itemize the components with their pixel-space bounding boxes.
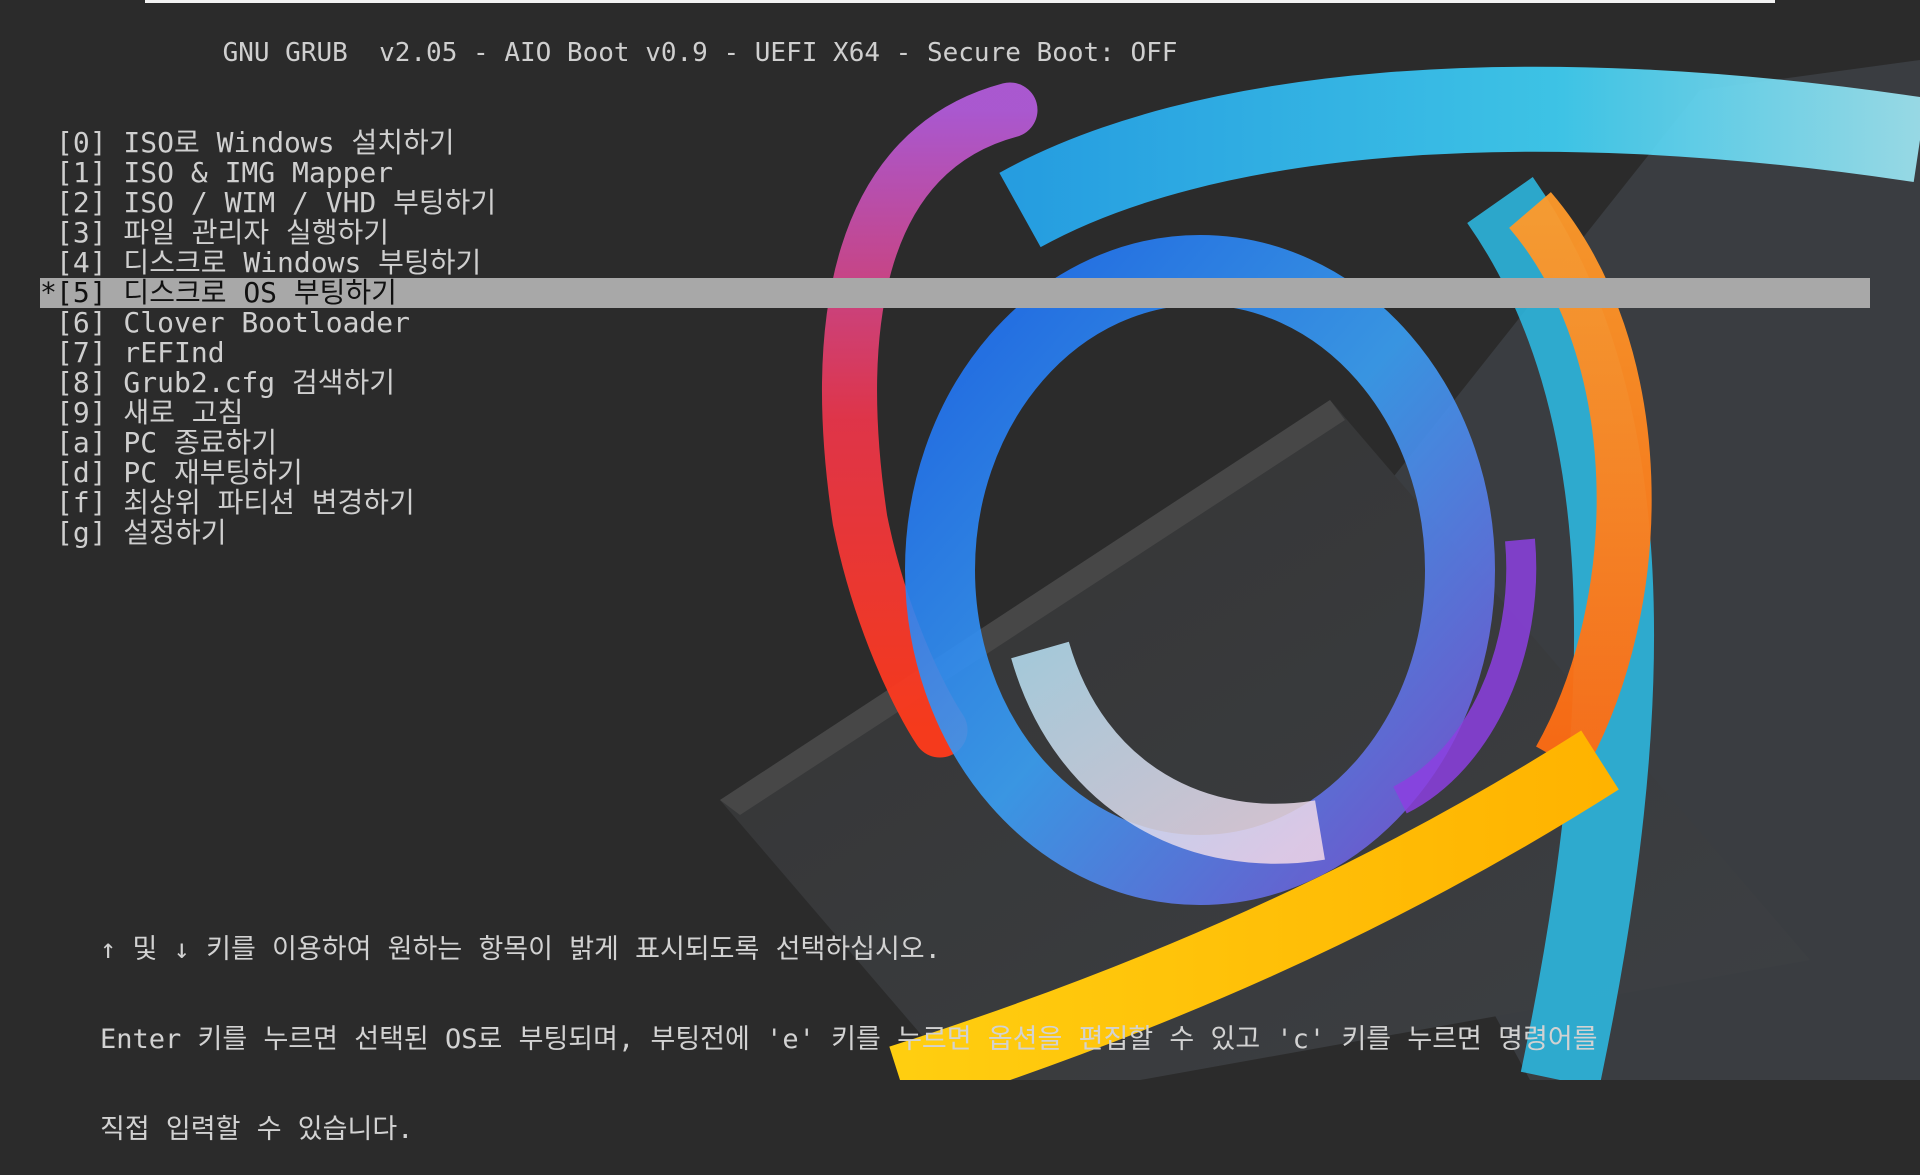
menu-item-label: [f] 최상위 파티션 변경하기 bbox=[56, 486, 415, 519]
menu-item-a[interactable]: [a] PC 종료하기 bbox=[40, 428, 1870, 458]
menu-item-label: [0] ISO로 Windows 설치하기 bbox=[56, 126, 455, 159]
menu-item-label: [4] 디스크로 Windows 부팅하기 bbox=[56, 246, 482, 279]
boot-menu: [0] ISO로 Windows 설치하기 [1] ISO & IMG Mapp… bbox=[40, 128, 1870, 548]
menu-item-label: [8] Grub2.cfg 검색하기 bbox=[56, 366, 396, 399]
menu-item-label: [5] 디스크로 OS 부팅하기 bbox=[56, 276, 397, 309]
selection-marker: * bbox=[40, 276, 57, 309]
menu-item-label: [3] 파일 관리자 실행하기 bbox=[56, 216, 389, 249]
menu-item-g[interactable]: [g] 설정하기 bbox=[40, 518, 1870, 548]
menu-item-2[interactable]: [2] ISO / WIM / VHD 부팅하기 bbox=[40, 188, 1870, 218]
menu-item-1[interactable]: [1] ISO & IMG Mapper bbox=[40, 158, 1870, 188]
help-line-2: Enter 키를 누르면 선택된 OS로 부팅되며, 부팅전에 'e' 키를 누… bbox=[100, 1024, 1598, 1055]
menu-item-f[interactable]: [f] 최상위 파티션 변경하기 bbox=[40, 488, 1870, 518]
menu-item-7[interactable]: [7] rEFInd bbox=[40, 338, 1870, 368]
menu-item-3[interactable]: [3] 파일 관리자 실행하기 bbox=[40, 218, 1870, 248]
menu-item-label: [6] Clover Bootloader bbox=[56, 306, 411, 339]
menu-item-label: [g] 설정하기 bbox=[56, 516, 227, 549]
menu-item-label: [2] ISO / WIM / VHD 부팅하기 bbox=[56, 186, 497, 219]
help-line-1: ↑ 및 ↓ 키를 이용하여 원하는 항목이 밝게 표시되도록 선택하십시오. bbox=[100, 934, 941, 965]
help-text: ↑ 및 ↓ 키를 이용하여 원하는 항목이 밝게 표시되도록 선택하십시오. E… bbox=[100, 875, 1598, 1175]
menu-item-9[interactable]: [9] 새로 고침 bbox=[40, 398, 1870, 428]
help-line-3: 직접 입력할 수 있습니다. bbox=[100, 1114, 414, 1145]
menu-item-4[interactable]: [4] 디스크로 Windows 부팅하기 bbox=[40, 248, 1870, 278]
menu-item-label: [1] ISO & IMG Mapper bbox=[56, 156, 394, 189]
top-border-line bbox=[145, 0, 1775, 3]
menu-item-0[interactable]: [0] ISO로 Windows 설치하기 bbox=[40, 128, 1870, 158]
menu-item-6[interactable]: [6] Clover Bootloader bbox=[40, 308, 1870, 338]
menu-item-label: [7] rEFInd bbox=[56, 336, 225, 369]
menu-item-8[interactable]: [8] Grub2.cfg 검색하기 bbox=[40, 368, 1870, 398]
grub-title: GNU GRUB v2.05 - AIO Boot v0.9 - UEFI X6… bbox=[222, 38, 1178, 68]
menu-item-d[interactable]: [d] PC 재부팅하기 bbox=[40, 458, 1870, 488]
menu-item-5-selected[interactable]: *[5] 디스크로 OS 부팅하기 bbox=[40, 278, 1870, 308]
menu-item-label: [9] 새로 고침 bbox=[56, 396, 244, 429]
menu-item-label: [d] PC 재부팅하기 bbox=[56, 456, 303, 489]
menu-item-label: [a] PC 종료하기 bbox=[56, 426, 278, 459]
